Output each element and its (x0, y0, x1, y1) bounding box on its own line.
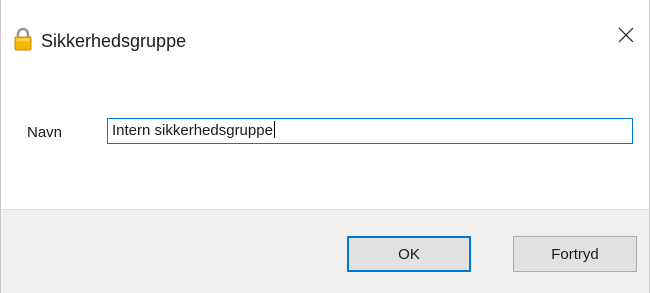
dialog-content: Navn Intern sikkerhedsgruppe (1, 84, 649, 209)
close-button[interactable] (603, 17, 649, 57)
title-bar: Sikkerhedsgruppe (1, 0, 649, 84)
cancel-button[interactable]: Fortryd (513, 236, 637, 272)
close-icon (618, 27, 634, 48)
dialog-title: Sikkerhedsgruppe (41, 31, 187, 51)
padlock-icon (14, 27, 32, 51)
ok-button[interactable]: OK (347, 236, 471, 272)
name-input[interactable]: Intern sikkerhedsgruppe (107, 118, 633, 144)
security-group-dialog: Sikkerhedsgruppe Navn Intern sikkerhedsg… (0, 0, 650, 293)
button-bar: OK Fortryd (1, 209, 649, 293)
text-caret (273, 121, 275, 138)
name-label: Navn (27, 124, 63, 141)
name-input-value: Intern sikkerhedsgruppe (112, 122, 273, 139)
